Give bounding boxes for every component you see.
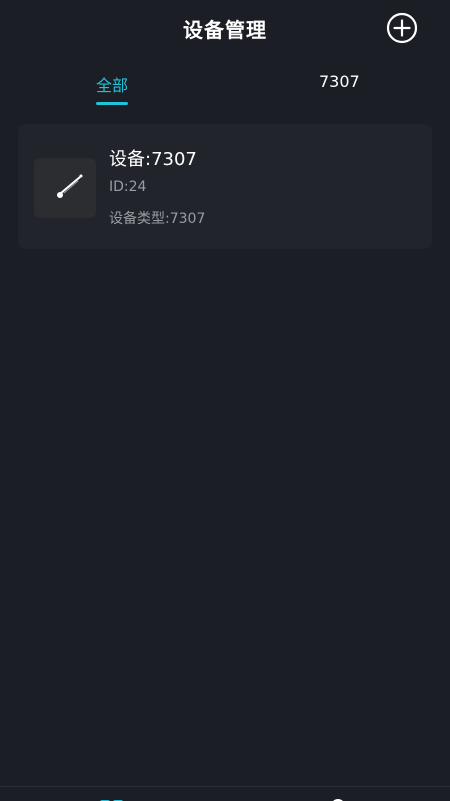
nav-device-tab[interactable] xyxy=(100,795,124,801)
nav-user-tab[interactable] xyxy=(328,795,348,801)
bottom-nav xyxy=(0,786,450,801)
tab-all[interactable]: 全部 xyxy=(96,72,128,96)
pen-device-icon xyxy=(57,174,83,198)
device-type: 设备类型:7307 xyxy=(109,211,206,227)
device-id: ID:24 xyxy=(109,179,147,195)
page-title: 设备管理 xyxy=(183,18,267,42)
header: 设备管理 xyxy=(0,0,450,56)
tab-7307[interactable]: 7307 xyxy=(319,72,360,91)
device-card[interactable]: 设备:7307 ID:24 设备类型:7307 xyxy=(18,124,432,249)
device-name: 设备:7307 xyxy=(109,149,197,170)
add-device-button[interactable] xyxy=(386,12,418,44)
device-thumbnail xyxy=(34,158,96,218)
plus-circle-icon xyxy=(386,12,418,44)
tab-active-indicator xyxy=(96,102,128,105)
tab-bar: 全部 7307 xyxy=(0,64,450,112)
